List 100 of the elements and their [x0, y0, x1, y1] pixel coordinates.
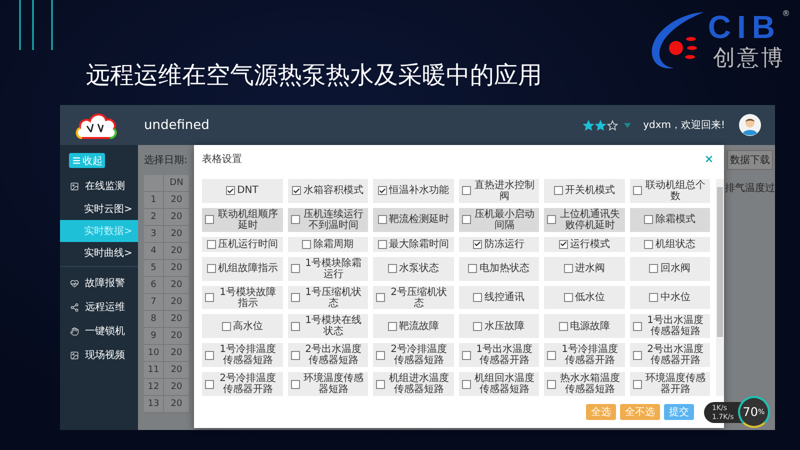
- avatar-icon[interactable]: [739, 114, 761, 136]
- column-option[interactable]: 中水位: [630, 286, 710, 310]
- column-option[interactable]: 进水阀: [544, 256, 624, 281]
- checkbox[interactable]: [473, 322, 482, 331]
- column-option[interactable]: 环境温度传感器短路: [288, 372, 368, 396]
- column-option[interactable]: 线控通讯: [458, 286, 539, 310]
- checkbox[interactable]: [558, 322, 568, 331]
- column-option[interactable]: 环境温度传感器开路: [630, 372, 710, 396]
- column-option[interactable]: 1号模块除霜运行: [288, 256, 368, 281]
- column-option[interactable]: 1号出水温度传感器短路: [630, 314, 710, 338]
- column-option[interactable]: 1号模块在线状态: [288, 314, 368, 338]
- checkbox[interactable]: [468, 264, 478, 274]
- column-option[interactable]: 除霜周期: [288, 236, 368, 252]
- column-option[interactable]: 2号冷排温度传感器开路: [202, 372, 282, 396]
- column-option[interactable]: 靶流检测延时: [373, 208, 454, 232]
- checkbox[interactable]: [388, 322, 397, 331]
- checkbox[interactable]: [376, 350, 385, 360]
- checkbox[interactable]: [376, 380, 385, 389]
- column-option[interactable]: 高水位: [202, 314, 282, 338]
- checkbox[interactable]: [206, 264, 216, 274]
- column-option[interactable]: 2号出水温度传感器短路: [288, 343, 368, 368]
- checkbox[interactable]: [290, 380, 300, 389]
- checkbox[interactable]: [378, 240, 387, 249]
- nav-item[interactable]: 在线监测: [60, 174, 138, 198]
- checkbox[interactable]: [547, 215, 556, 224]
- checkbox[interactable]: [632, 322, 642, 331]
- column-option[interactable]: 联动机组顺序延时: [202, 208, 282, 232]
- checkbox[interactable]: [222, 322, 231, 331]
- column-option[interactable]: 除霜模式: [630, 208, 710, 232]
- column-option[interactable]: 恒温补水功能: [373, 179, 454, 203]
- checkbox[interactable]: [205, 380, 214, 389]
- checkbox[interactable]: [547, 380, 556, 389]
- nav-item[interactable]: 远程运维: [60, 295, 138, 319]
- column-option[interactable]: 回水阀: [630, 256, 710, 281]
- column-option[interactable]: 机组进水温度传感器短路: [373, 372, 454, 396]
- column-option[interactable]: 机组故障指示: [202, 256, 282, 281]
- column-option[interactable]: 压机运行时间: [202, 236, 282, 252]
- checkbox[interactable]: [564, 264, 573, 274]
- column-option[interactable]: 水泵状态: [373, 256, 454, 281]
- checkbox[interactable]: [558, 240, 568, 249]
- column-option[interactable]: DNT: [202, 179, 282, 203]
- column-option[interactable]: 最大除霜时间: [373, 236, 454, 252]
- checkbox[interactable]: [388, 264, 397, 274]
- column-option[interactable]: 2号冷排温度传感器短路: [373, 343, 454, 368]
- column-option[interactable]: 直热进水控制阀: [458, 179, 539, 203]
- checkbox[interactable]: [226, 186, 236, 196]
- checkbox[interactable]: [644, 240, 654, 249]
- column-option[interactable]: 机组状态: [630, 236, 710, 252]
- checkbox[interactable]: [205, 292, 214, 302]
- checkbox[interactable]: [462, 350, 470, 360]
- checkbox[interactable]: [644, 215, 654, 224]
- close-icon[interactable]: [704, 154, 714, 164]
- nav-subitem[interactable]: 实时云图>: [60, 198, 138, 220]
- checkbox[interactable]: [290, 215, 300, 224]
- checkbox[interactable]: [564, 292, 573, 302]
- nav-item[interactable]: 故障报警: [60, 271, 138, 295]
- checkbox[interactable]: [462, 186, 470, 196]
- column-option[interactable]: 上位机通讯失败停机延时: [544, 208, 624, 232]
- column-option[interactable]: 1号出水温度传感器开路: [458, 343, 539, 368]
- checkbox[interactable]: [554, 186, 563, 196]
- column-option[interactable]: 2号压缩机状态: [373, 286, 454, 310]
- column-option[interactable]: 1号压缩机状态: [288, 286, 368, 310]
- column-option[interactable]: 开关机模式: [544, 179, 624, 203]
- nav-item[interactable]: 一键锁机: [60, 319, 138, 343]
- nav-subitem[interactable]: 实时曲线>: [60, 242, 138, 264]
- checkbox[interactable]: [649, 292, 658, 302]
- checkbox[interactable]: [205, 350, 214, 360]
- column-option[interactable]: 压机连续运行不到温时间: [288, 208, 368, 232]
- column-option[interactable]: 靶流故障: [373, 314, 454, 338]
- column-option[interactable]: 电源故障: [544, 314, 624, 338]
- column-option[interactable]: 水箱容积模式: [288, 179, 368, 203]
- checkbox[interactable]: [649, 264, 658, 274]
- checkbox[interactable]: [290, 322, 300, 331]
- checkbox[interactable]: [462, 380, 470, 389]
- checkbox[interactable]: [205, 215, 214, 224]
- column-option[interactable]: 2号出水温度传感器开路: [630, 343, 710, 368]
- checkbox[interactable]: [290, 350, 300, 360]
- checkbox[interactable]: [632, 380, 642, 389]
- column-option[interactable]: 电加热状态: [458, 256, 539, 281]
- checkbox[interactable]: [632, 186, 642, 196]
- download-button[interactable]: 数据下载: [727, 150, 773, 170]
- nav-item[interactable]: 现场视频: [60, 343, 138, 367]
- column-option[interactable]: 低水位: [544, 286, 624, 310]
- column-option[interactable]: 防冻运行: [458, 236, 539, 252]
- checkbox[interactable]: [473, 292, 482, 302]
- checkbox[interactable]: [290, 264, 300, 274]
- checkbox[interactable]: [290, 292, 300, 302]
- checkbox[interactable]: [462, 215, 470, 224]
- checkbox[interactable]: [378, 215, 387, 224]
- column-option[interactable]: 1号冷排温度传感器开路: [544, 343, 624, 368]
- checkbox[interactable]: [547, 350, 556, 360]
- column-option[interactable]: 联动机组总个数: [630, 179, 710, 203]
- checkbox[interactable]: [302, 240, 312, 249]
- checkbox[interactable]: [473, 240, 482, 249]
- caret-icon[interactable]: [624, 122, 632, 128]
- column-option[interactable]: 1号模块故障指示: [202, 286, 282, 310]
- checkbox[interactable]: [206, 240, 216, 249]
- checkbox[interactable]: [376, 292, 385, 302]
- column-option[interactable]: 运行模式: [544, 236, 624, 252]
- column-option[interactable]: 机组回水温度传感器短路: [458, 372, 539, 396]
